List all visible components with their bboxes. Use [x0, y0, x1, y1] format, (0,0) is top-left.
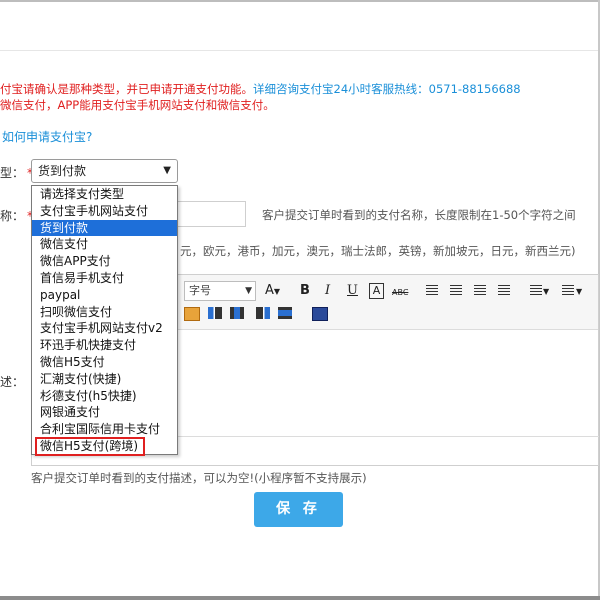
- payment-type-option[interactable]: 网银通支付: [32, 404, 177, 421]
- font-color-button[interactable]: A▼: [265, 283, 280, 300]
- payment-type-option[interactable]: 环迅手机快捷支付: [32, 337, 177, 354]
- image-center-icon[interactable]: [230, 307, 244, 319]
- align-left-icon[interactable]: [426, 285, 438, 295]
- italic-button[interactable]: I: [325, 283, 330, 299]
- notice-line-2: 微信支付，APP能用支付宝手机网站支付和微信支付。: [0, 98, 275, 112]
- chevron-down-icon: ▼: [273, 287, 281, 296]
- payment-type-option[interactable]: 货到付款: [32, 219, 177, 237]
- description-hint: 客户提交订单时看到的支付描述，可以为空!(小程序暂不支持展示): [31, 471, 367, 485]
- chevron-down-icon[interactable]: ▼: [576, 284, 582, 300]
- description-label: 述：: [0, 375, 25, 389]
- border-text-button[interactable]: A: [369, 283, 384, 299]
- font-size-select[interactable]: 字号 ▼: [184, 281, 256, 301]
- payment-type-option[interactable]: 支付宝手机网站支付v2: [32, 320, 177, 337]
- font-color-icon: A: [265, 283, 274, 298]
- save-button[interactable]: 保 存: [254, 492, 343, 527]
- strikethrough-button[interactable]: ABC: [392, 285, 408, 301]
- table-icon[interactable]: [312, 307, 328, 321]
- bold-button[interactable]: B: [300, 283, 310, 299]
- window-top-border: [0, 0, 600, 2]
- payment-name-input[interactable]: [170, 201, 246, 227]
- payment-type-option[interactable]: 请选择支付类型: [32, 186, 177, 203]
- ordered-list-icon[interactable]: [530, 285, 542, 295]
- header-divider: [0, 50, 598, 51]
- notice-warning-text: 付宝请确认是那种类型，并已申请开通支付功能。: [0, 82, 253, 96]
- image-block-icon[interactable]: [278, 307, 292, 319]
- align-right-icon[interactable]: [474, 285, 486, 295]
- payment-type-option[interactable]: 微信H5支付(跨境): [35, 436, 145, 456]
- payment-type-selected-value: 货到付款: [38, 164, 87, 178]
- chevron-down-icon: ▼: [163, 165, 171, 176]
- payment-type-option[interactable]: 扫呗微信支付: [32, 304, 177, 321]
- unordered-list-icon[interactable]: [562, 285, 574, 295]
- image-float-right-icon[interactable]: [256, 307, 270, 319]
- payment-type-option[interactable]: 杉德支付(h5快捷): [32, 388, 177, 405]
- payment-type-option[interactable]: 汇潮支付(快捷): [32, 371, 177, 388]
- payment-type-label: 型：*: [0, 164, 33, 181]
- payment-name-label-text: 称：: [0, 209, 25, 223]
- payment-name-label: 称：*: [0, 207, 33, 224]
- payment-name-hint: 客户提交订单时看到的支付名称，长度限制在1-50个字符之间: [262, 208, 576, 222]
- font-size-placeholder: 字号: [189, 284, 211, 297]
- payment-type-option[interactable]: paypal: [32, 287, 177, 304]
- howto-apply-link[interactable]: 如何申请支付宝?: [2, 128, 92, 145]
- payment-type-dropdown-list[interactable]: 请选择支付类型 支付宝手机网站支付 货到付款 微信支付 微信APP支付 首信易手机支付 pa…: [31, 185, 178, 456]
- image-float-left-icon[interactable]: [208, 307, 222, 319]
- payment-type-select[interactable]: 货到付款 ▼: [31, 159, 178, 183]
- payment-type-option[interactable]: 微信APP支付: [32, 253, 177, 270]
- chevron-down-icon[interactable]: ▼: [543, 284, 549, 300]
- payment-type-option[interactable]: 微信支付: [32, 236, 177, 253]
- align-justify-icon[interactable]: [498, 285, 510, 295]
- notice-hotline-text: 详细咨询支付宝24小时客服热线：0571-88156688: [253, 82, 521, 96]
- notice-line-1: 付宝请确认是那种类型，并已申请开通支付功能。详细咨询支付宝24小时客服热线：05…: [0, 81, 521, 97]
- image-icon[interactable]: [184, 307, 200, 321]
- payment-type-label-text: 型：: [0, 166, 25, 180]
- window-bottom-border: [0, 596, 600, 600]
- payment-type-option[interactable]: 微信H5支付: [32, 354, 177, 371]
- payment-type-option[interactable]: 合利宝国际信用卡支付: [32, 421, 177, 438]
- chevron-down-icon: ▼: [245, 286, 252, 296]
- payment-type-option[interactable]: 首信易手机支付: [32, 270, 177, 287]
- underline-button[interactable]: U: [347, 283, 358, 299]
- payment-type-option[interactable]: 支付宝手机网站支付: [32, 203, 177, 220]
- align-center-icon[interactable]: [450, 285, 462, 295]
- currency-list-text: 元，欧元，港币，加元，澳元，瑞士法郎，英镑，新加坡元，日元，新西兰元): [180, 244, 576, 258]
